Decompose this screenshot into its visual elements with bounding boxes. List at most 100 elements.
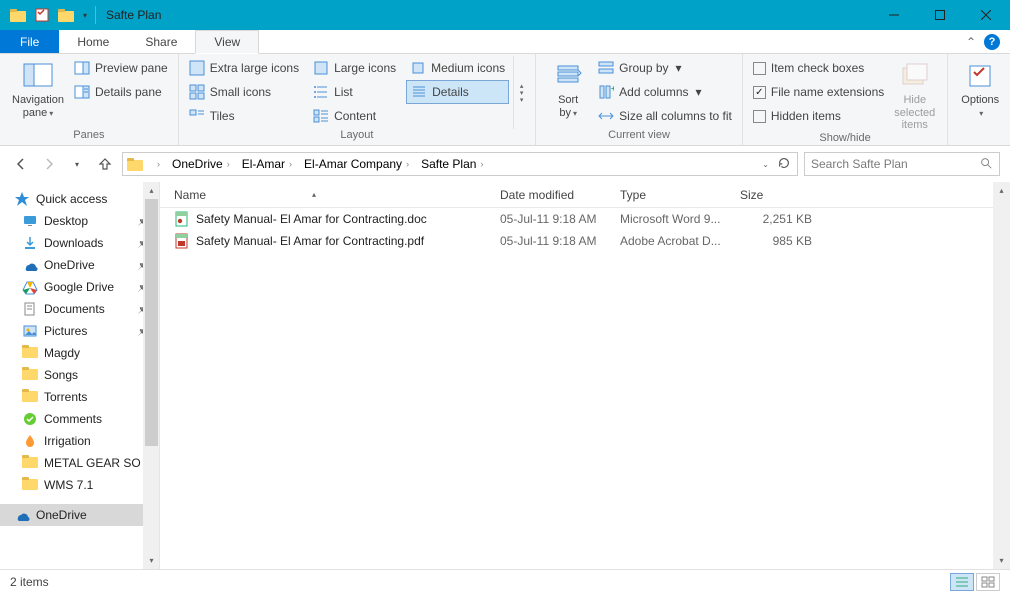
view-details-toggle[interactable] bbox=[950, 573, 974, 591]
layout-large-icons[interactable]: Large icons bbox=[309, 56, 400, 80]
column-headers: Name▴ Date modified Type Size bbox=[160, 182, 1010, 208]
layout-details[interactable]: Details bbox=[406, 80, 509, 104]
breadcrumb-item[interactable]: El-Amar Company› bbox=[300, 153, 417, 175]
hide-selected-items-button[interactable]: Hide selected items bbox=[888, 56, 941, 132]
size-all-columns-button[interactable]: Size all columns to fit bbox=[594, 104, 736, 128]
layout-medium-icons[interactable]: Medium icons bbox=[406, 56, 509, 80]
help-icon[interactable]: ? bbox=[984, 34, 1000, 50]
layout-gallery-expand[interactable]: ▴▾▾ bbox=[513, 56, 529, 129]
nav-item[interactable]: OneDrive📌 bbox=[0, 254, 159, 276]
window-title: Safte Plan bbox=[98, 8, 871, 22]
forward-button[interactable] bbox=[38, 153, 60, 175]
properties-icon[interactable] bbox=[31, 4, 53, 26]
up-button[interactable] bbox=[94, 153, 116, 175]
irrigation-icon bbox=[22, 433, 38, 449]
column-header-type[interactable]: Type bbox=[620, 188, 740, 202]
file-row[interactable]: Safety Manual- El Amar for Contracting.d… bbox=[160, 208, 1010, 230]
ribbon-tools: ⌃ ? bbox=[966, 30, 1010, 53]
nav-item[interactable]: Documents📌 bbox=[0, 298, 159, 320]
tab-view[interactable]: View bbox=[195, 30, 259, 54]
preview-pane-button[interactable]: Preview pane bbox=[70, 56, 172, 80]
tab-home[interactable]: Home bbox=[59, 30, 127, 53]
file-date: 05-Jul-11 9:18 AM bbox=[500, 234, 620, 248]
breadcrumb-item[interactable]: OneDrive› bbox=[168, 153, 238, 175]
nav-item-label: Comments bbox=[44, 412, 102, 426]
nav-item[interactable]: Comments bbox=[0, 408, 159, 430]
folder-icon bbox=[22, 455, 38, 471]
search-input[interactable] bbox=[811, 157, 971, 171]
content-scrollbar[interactable]: ▴▾ bbox=[993, 182, 1010, 569]
tab-share[interactable]: Share bbox=[127, 30, 195, 53]
column-header-name[interactable]: Name▴ bbox=[174, 188, 500, 202]
file-size: 2,251 KB bbox=[740, 212, 820, 226]
nav-item-label: WMS 7.1 bbox=[44, 478, 93, 492]
group-current-view: Sort by▾ Group by▾ +Add columns▾ Size al… bbox=[536, 54, 743, 145]
nav-item[interactable]: WMS 7.1 bbox=[0, 474, 159, 496]
group-panes: Navigation pane▾ Preview pane Details pa… bbox=[0, 54, 179, 145]
close-button[interactable] bbox=[963, 0, 1009, 30]
nav-item[interactable]: Pictures📌 bbox=[0, 320, 159, 342]
search-icon[interactable] bbox=[979, 156, 993, 173]
folder-icon[interactable] bbox=[7, 4, 29, 26]
add-columns-button[interactable]: +Add columns▾ bbox=[594, 80, 736, 104]
layout-content[interactable]: Content bbox=[309, 104, 400, 128]
address-bar[interactable]: › OneDrive›El-Amar›El-Amar Company›Safte… bbox=[122, 152, 798, 176]
options-button[interactable]: Options▾ bbox=[954, 56, 1006, 129]
nav-item[interactable]: METAL GEAR SO bbox=[0, 452, 159, 474]
details-pane-button[interactable]: Details pane bbox=[70, 80, 172, 104]
view-large-icons-toggle[interactable] bbox=[976, 573, 1000, 591]
tab-file[interactable]: File bbox=[0, 30, 59, 53]
breadcrumb-root-sep[interactable]: › bbox=[149, 153, 168, 175]
group-show-hide: Item check boxes File name extensions Hi… bbox=[743, 54, 948, 145]
downloads-icon bbox=[22, 235, 38, 251]
breadcrumb-item[interactable]: El-Amar› bbox=[238, 153, 300, 175]
file-size: 985 KB bbox=[740, 234, 820, 248]
nav-item[interactable]: Torrents bbox=[0, 386, 159, 408]
layout-xlarge-icons[interactable]: Extra large icons bbox=[185, 56, 303, 80]
folder-icon bbox=[22, 367, 38, 383]
nav-item-label: Pictures bbox=[44, 324, 87, 338]
breadcrumb-item[interactable]: Safte Plan› bbox=[417, 153, 491, 175]
folder-icon bbox=[22, 389, 38, 405]
nav-item[interactable]: Irrigation bbox=[0, 430, 159, 452]
maximize-button[interactable] bbox=[917, 0, 963, 30]
address-history-dropdown[interactable]: ⌄ bbox=[762, 160, 769, 169]
nav-item[interactable]: Downloads📌 bbox=[0, 232, 159, 254]
item-check-boxes-toggle[interactable]: Item check boxes bbox=[749, 56, 888, 80]
main-split: Quick access Desktop📌Downloads📌OneDrive📌… bbox=[0, 182, 1010, 569]
gdrive-icon bbox=[22, 279, 38, 295]
file-row[interactable]: Safety Manual- El Amar for Contracting.p… bbox=[160, 230, 1010, 252]
nav-item-label: Desktop bbox=[44, 214, 88, 228]
hidden-items-toggle[interactable]: Hidden items bbox=[749, 104, 888, 128]
nav-onedrive-root[interactable]: OneDrive bbox=[0, 504, 159, 526]
collapse-ribbon-icon[interactable]: ⌃ bbox=[966, 35, 976, 49]
nav-item[interactable]: Desktop📌 bbox=[0, 210, 159, 232]
file-name-extensions-toggle[interactable]: File name extensions bbox=[749, 80, 888, 104]
column-header-size[interactable]: Size bbox=[740, 188, 820, 202]
column-header-date[interactable]: Date modified bbox=[500, 188, 620, 202]
refresh-button[interactable] bbox=[777, 156, 791, 173]
group-by-button[interactable]: Group by▾ bbox=[594, 56, 736, 80]
layout-tiles[interactable]: Tiles bbox=[185, 104, 303, 128]
nav-scrollbar[interactable]: ▴ ▾ bbox=[143, 182, 160, 569]
search-box[interactable] bbox=[804, 152, 1000, 176]
address-bar-row: ▾ › OneDrive›El-Amar›El-Amar Company›Saf… bbox=[0, 146, 1010, 182]
svg-text:+: + bbox=[611, 84, 614, 93]
layout-list[interactable]: List bbox=[309, 80, 400, 104]
sort-by-button[interactable]: Sort by▾ bbox=[542, 56, 594, 129]
navigation-pane-button[interactable]: Navigation pane▾ bbox=[6, 56, 70, 129]
nav-item[interactable]: Google Drive📌 bbox=[0, 276, 159, 298]
nav-item[interactable]: Magdy bbox=[0, 342, 159, 364]
layout-small-icons[interactable]: Small icons bbox=[185, 80, 303, 104]
back-button[interactable] bbox=[10, 153, 32, 175]
group-layout: Extra large icons Small icons Tiles Larg… bbox=[179, 54, 536, 145]
nav-item[interactable]: Songs bbox=[0, 364, 159, 386]
minimize-button[interactable] bbox=[871, 0, 917, 30]
file-name: Safety Manual- El Amar for Contracting.p… bbox=[196, 234, 424, 248]
qat-dropdown-icon[interactable]: ▾ bbox=[79, 4, 91, 26]
new-folder-icon[interactable] bbox=[55, 4, 77, 26]
file-date: 05-Jul-11 9:18 AM bbox=[500, 212, 620, 226]
recent-dropdown-icon[interactable]: ▾ bbox=[66, 153, 88, 175]
status-text: 2 items bbox=[10, 575, 49, 589]
nav-quick-access[interactable]: Quick access bbox=[0, 188, 159, 210]
